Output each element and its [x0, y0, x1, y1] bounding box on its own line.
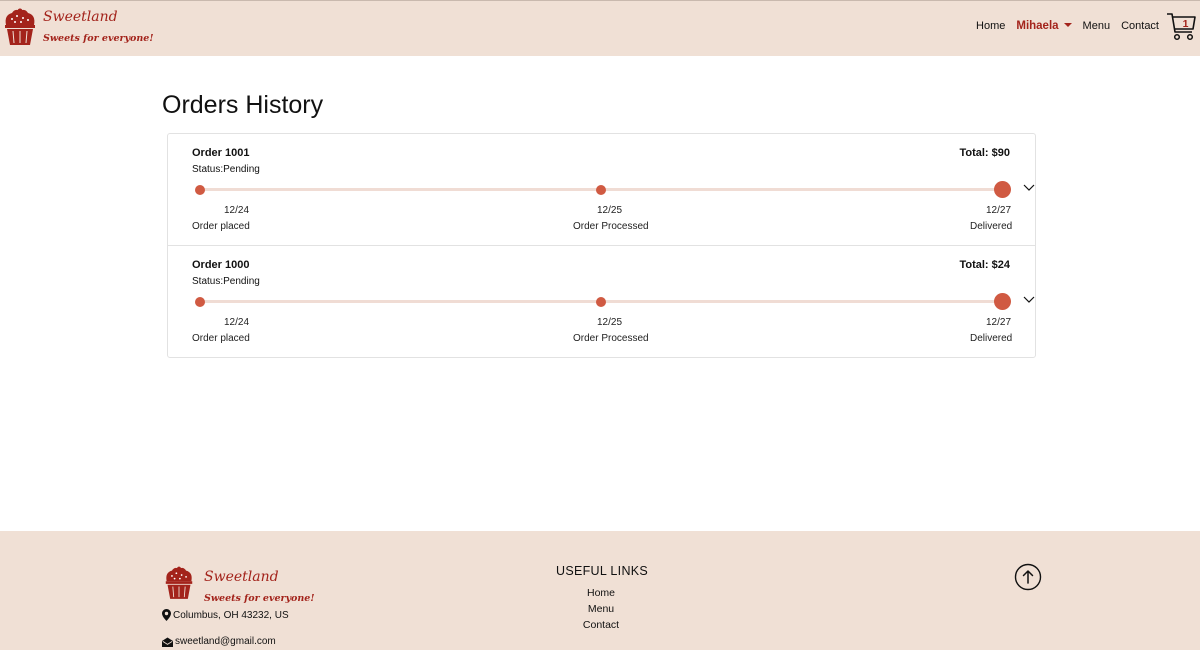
footer-link-home[interactable]: Home — [556, 587, 646, 599]
footer-link-menu[interactable]: Menu — [556, 603, 646, 615]
step-date: 12/24 — [224, 205, 250, 216]
useful-links-title: USEFUL LINKS — [556, 564, 649, 578]
footer-brand-name: Sweetland — [204, 569, 279, 585]
cart-button[interactable]: 1 — [1166, 12, 1196, 42]
nav-menu-link[interactable]: Menu — [1083, 20, 1111, 32]
order-id: Order 1000 — [192, 259, 250, 271]
top-navbar: Sweetland Sweets for everyone! Home Miha… — [0, 0, 1200, 56]
nav-links: Home Mihaela Menu Contact — [965, 20, 1159, 32]
footer-email: sweetland@gmail.com — [162, 636, 276, 647]
order-total: Total: $24 — [959, 259, 1010, 271]
page-title: Orders History — [162, 91, 324, 119]
step-label: Order placed — [192, 221, 250, 232]
order-total: Total: $90 — [959, 147, 1010, 159]
chevron-down-icon[interactable] — [1023, 184, 1035, 192]
step-date: 12/27 — [986, 317, 1012, 328]
cart-count-badge: 1 — [1182, 18, 1189, 30]
orders-list: Order 1001 Total: $90 Status:Pending 12/… — [167, 133, 1036, 358]
footer-brand: Sweetland Sweets for everyone! — [164, 564, 315, 604]
order-card: Order 1001 Total: $90 Status:Pending 12/… — [168, 134, 1035, 246]
arrow-up-circle-icon[interactable] — [1014, 563, 1042, 591]
order-id: Order 1001 — [192, 147, 250, 159]
step-date: 12/25 — [597, 317, 623, 328]
step-marker-processed — [596, 185, 606, 195]
step-date: 12/25 — [597, 205, 623, 216]
chevron-down-icon[interactable] — [1023, 296, 1035, 304]
nav-home-link[interactable]: Home — [976, 20, 1005, 32]
email-link[interactable]: sweetland@gmail.com — [175, 636, 276, 647]
envelope-icon — [162, 637, 173, 647]
footer-brand-tagline: Sweets for everyone! — [204, 593, 315, 604]
site-footer: Sweetland Sweets for everyone! Columbus,… — [0, 531, 1200, 650]
brand-tagline: Sweets for everyone! — [43, 33, 154, 44]
caret-down-icon — [1063, 23, 1072, 27]
step-date: 12/24 — [224, 317, 250, 328]
step-marker-processed — [596, 297, 606, 307]
step-label: Order Processed — [573, 333, 649, 344]
step-label: Order placed — [192, 333, 250, 344]
step-marker-placed — [195, 297, 205, 307]
step-label: Delivered — [970, 221, 1013, 232]
address-text: Columbus, OH 43232, US — [173, 609, 289, 621]
order-card: Order 1000 Total: $24 Status:Pending 12/… — [168, 246, 1035, 357]
order-status: Status:Pending — [192, 276, 260, 287]
step-marker-placed — [195, 185, 205, 195]
brand-logo-link[interactable]: Sweetland Sweets for everyone! — [3, 8, 154, 46]
footer-link-contact[interactable]: Contact — [556, 619, 646, 631]
step-label: Delivered — [970, 333, 1013, 344]
step-marker-delivered — [994, 293, 1011, 310]
brand-name: Sweetland — [43, 9, 118, 25]
footer-address: Columbus, OH 43232, US — [162, 609, 289, 621]
cupcake-icon — [165, 566, 193, 599]
step-label: Order Processed — [573, 221, 649, 232]
user-dropdown-toggle[interactable]: Mihaela — [1016, 20, 1072, 32]
step-marker-delivered — [994, 181, 1011, 198]
step-date: 12/27 — [986, 205, 1012, 216]
user-name: Mihaela — [1016, 20, 1059, 32]
cupcake-icon — [5, 8, 35, 45]
order-status: Status:Pending — [192, 164, 260, 175]
nav-contact-link[interactable]: Contact — [1121, 20, 1159, 32]
map-marker-icon — [162, 609, 171, 621]
